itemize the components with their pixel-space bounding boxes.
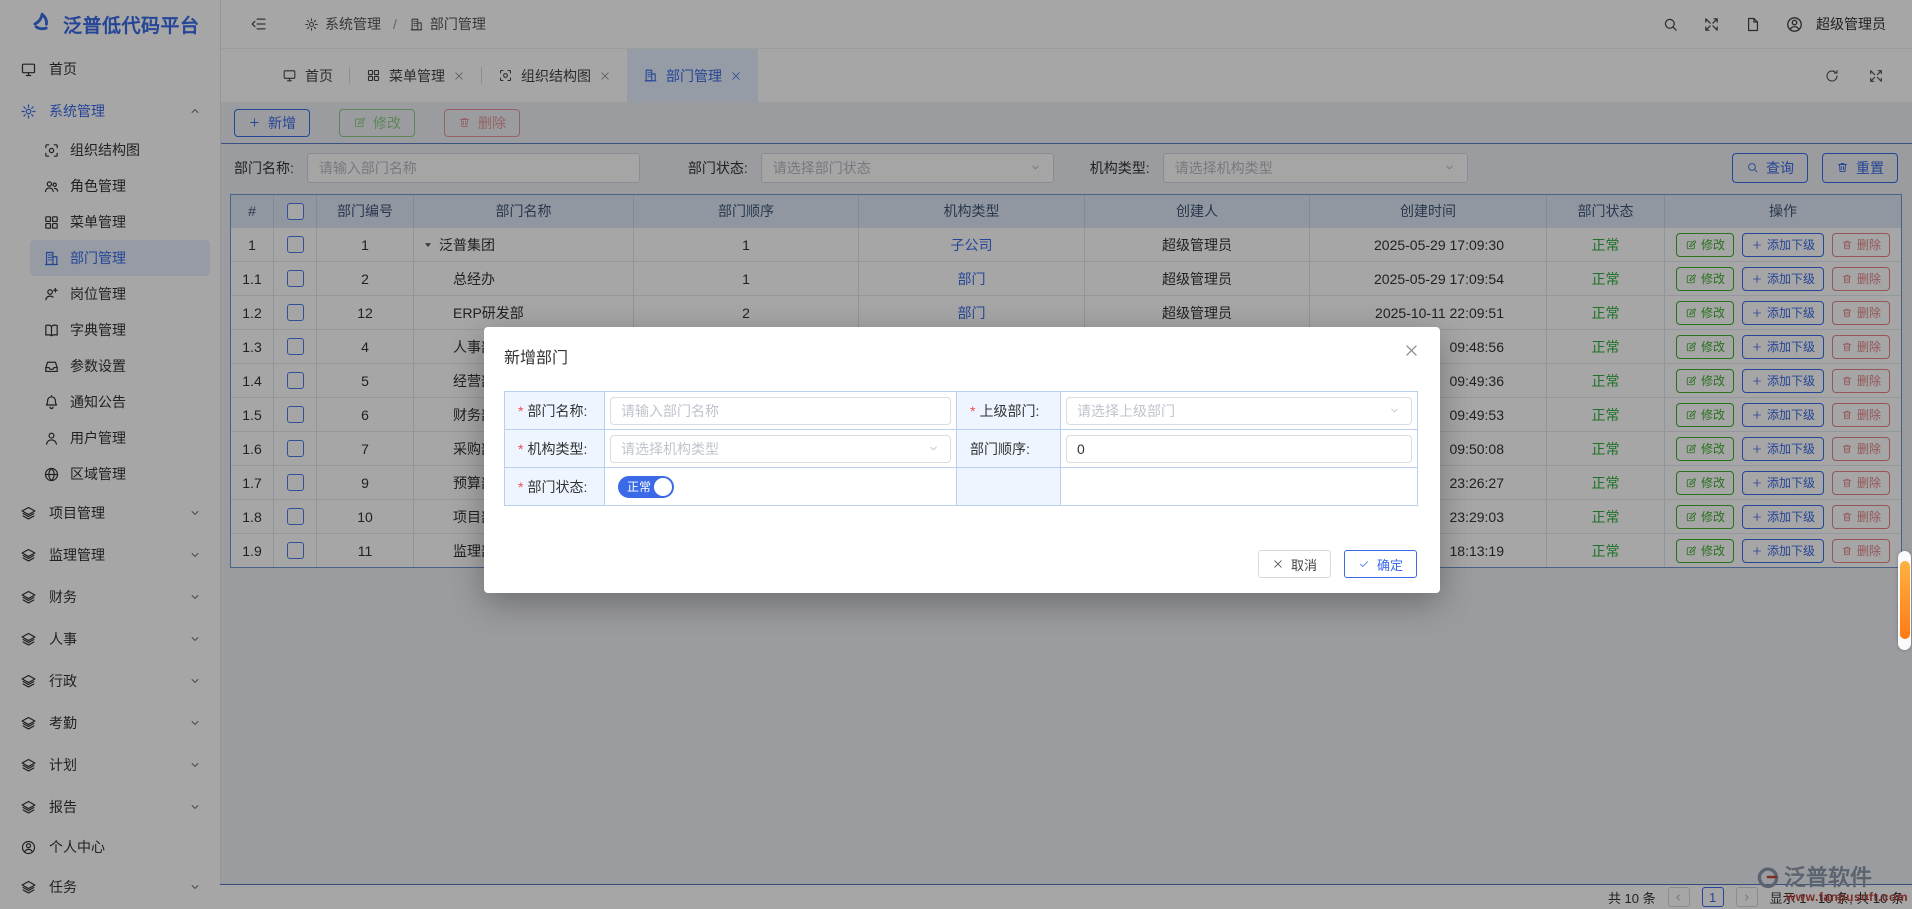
toggle-knob bbox=[654, 478, 672, 496]
dept-name-field bbox=[605, 392, 957, 430]
dept-order-label: 部门顺序: bbox=[957, 430, 1061, 468]
empty-label-cell bbox=[957, 468, 1061, 505]
scrollbar-track[interactable] bbox=[1898, 551, 1911, 650]
app-window: 泛普低代码平台 首页系统管理组织结构图角色管理菜单管理部门管理岗位管理字典管理参… bbox=[0, 0, 1912, 909]
parent-dept-label: *上级部门: bbox=[957, 392, 1061, 430]
dept-order-field bbox=[1061, 430, 1417, 468]
chevron-down-icon bbox=[927, 442, 940, 455]
required-asterisk: * bbox=[518, 441, 523, 457]
close-icon bbox=[1272, 558, 1284, 570]
cancel-button[interactable]: 取消 bbox=[1258, 550, 1331, 578]
modal-org-type-select[interactable]: 请选择机构类型 bbox=[610, 435, 951, 463]
dept-name-label: *部门名称: bbox=[505, 392, 605, 430]
modal-dept-order-input[interactable] bbox=[1066, 435, 1412, 463]
modal-parent-dept-select[interactable]: 请选择上级部门 bbox=[1066, 397, 1412, 425]
confirm-button[interactable]: 确定 bbox=[1344, 550, 1417, 578]
modal-dept-name-input[interactable] bbox=[610, 397, 951, 425]
modal-title: 新增部门 bbox=[504, 344, 568, 368]
modal-footer: 取消 确定 bbox=[1258, 550, 1417, 578]
close-icon[interactable] bbox=[1403, 342, 1420, 359]
org-type-label: *机构类型: bbox=[505, 430, 605, 468]
check-icon bbox=[1358, 558, 1370, 570]
required-asterisk: * bbox=[518, 403, 523, 419]
scrollbar-thumb[interactable] bbox=[1900, 561, 1910, 639]
required-asterisk: * bbox=[518, 479, 523, 495]
dept-status-label: *部门状态: bbox=[505, 468, 605, 505]
chevron-down-icon bbox=[1388, 404, 1401, 417]
modal-form: *部门名称: *上级部门: 请选择上级部门 *机构类型: 请选择机构类型 部门顺… bbox=[504, 391, 1418, 506]
status-toggle[interactable]: 正常 bbox=[618, 476, 674, 498]
required-asterisk: * bbox=[970, 403, 975, 419]
dept-status-field: 正常 bbox=[605, 468, 957, 505]
org-type-field: 请选择机构类型 bbox=[605, 430, 957, 468]
add-department-modal: 新增部门 *部门名称: *上级部门: 请选择上级部门 *机构类型: 请选择机构类… bbox=[484, 327, 1440, 593]
empty-field-cell bbox=[1061, 468, 1417, 505]
parent-dept-field: 请选择上级部门 bbox=[1061, 392, 1417, 430]
